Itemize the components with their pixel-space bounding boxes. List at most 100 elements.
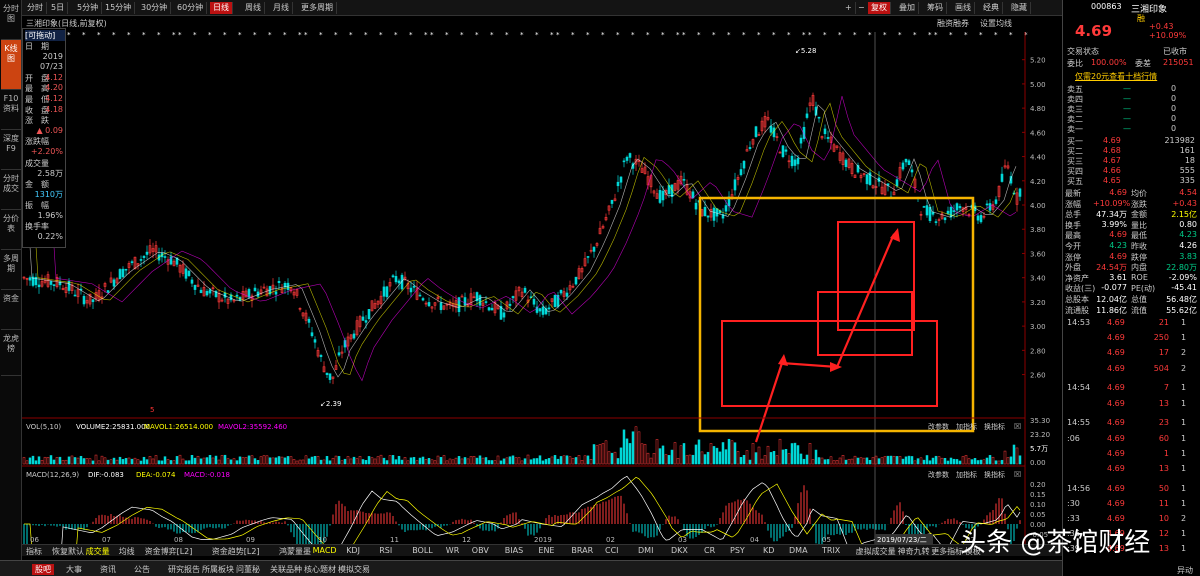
event-marker: * [127, 31, 131, 39]
nav-tab-6[interactable]: 问董秘 [236, 564, 260, 575]
indicator-tab-10[interactable]: BOLL [412, 546, 433, 555]
indicator-tab-4[interactable]: 资金博弈[L2] [145, 546, 193, 557]
chart-canvas[interactable]: 三湘印象(日线,前复权) 融资融券 设置均线* * * * * * * * * * * * * * * * * * * *… [22, 16, 1062, 576]
tool-4-button[interactable]: 筹码 [924, 2, 947, 14]
indicator-tab-7[interactable]: MACD [313, 546, 337, 555]
info-box[interactable]: [可拖动] 日 期 2019 07/23 开 盘 4.12 最 高 4.20 最 低 4.12 收 … [22, 28, 66, 248]
left-tab-5[interactable]: 分价表 [1, 210, 21, 250]
stat-value: 2.15亿 [1171, 210, 1197, 220]
vol-bar [322, 459, 326, 465]
candle-body [367, 309, 371, 320]
indicator-tab-6[interactable]: 鸿蒙量墨 [279, 546, 311, 557]
indicator-tab-3[interactable]: 均线 [119, 546, 135, 557]
tick-volume: 13 [1158, 463, 1169, 473]
indicator-tab-24[interactable]: 虚拟成交量 [856, 546, 896, 557]
tick-count: 2 [1181, 363, 1187, 373]
period-8-button[interactable]: 月线 [270, 2, 293, 14]
indicator-tab-25[interactable]: 神奇九转 [898, 546, 930, 557]
indicator-tab-15[interactable]: BRAR [571, 546, 593, 555]
kline-chart[interactable]: 三湘印象(日线,前复权) 融资融券 设置均线 * * * * * * * * * * * * * * * * * * * *… [22, 16, 1062, 576]
left-tab-4[interactable]: 分时成交 [1, 170, 21, 210]
left-tab-1[interactable]: K线图 [1, 40, 21, 90]
indicator-tab-17[interactable]: DMI [638, 546, 653, 555]
left-tab-3[interactable]: 深度F9 [1, 130, 21, 170]
vol-bar [841, 455, 845, 465]
tool-2-button[interactable]: 复权 [868, 2, 891, 14]
indicator-tab-8[interactable]: KDJ [346, 546, 360, 555]
price-tick: 4.40 [1030, 154, 1046, 162]
vol-bar [541, 460, 545, 465]
period-3-button[interactable]: 15分钟 [102, 2, 136, 14]
stat-label: 总手 [1065, 210, 1081, 220]
period-6-button[interactable]: 日线 [210, 2, 233, 14]
vol-bar [418, 457, 422, 465]
tool-5-button[interactable]: 画线 [952, 2, 975, 14]
nav-tab-5[interactable]: 所属板块 [202, 564, 234, 575]
indicator-tab-19[interactable]: CR [704, 546, 715, 555]
indicator-tab-16[interactable]: CCI [605, 546, 619, 555]
tool-1-button[interactable]: − [855, 2, 869, 14]
tool-7-button[interactable]: 隐藏 [1008, 2, 1031, 14]
candle-body [532, 298, 536, 305]
vol-bar [679, 445, 683, 465]
indicator-tab-14[interactable]: ENE [538, 546, 554, 555]
candle-body [553, 295, 557, 308]
vol-bar [334, 455, 338, 465]
indicator-tab-13[interactable]: BIAS [505, 546, 523, 555]
info-box-title[interactable]: [可拖动] [25, 30, 65, 41]
indicator-tab-20[interactable]: PSY [730, 546, 745, 555]
nav-tab-7[interactable]: 关联品种 [270, 564, 302, 575]
nav-tab-8[interactable]: 核心题材 [304, 564, 336, 575]
bid-volume: 555 [1179, 166, 1195, 175]
period-5-button[interactable]: 60分钟 [174, 2, 208, 14]
left-tab-8[interactable]: 龙虎榜 [1, 330, 21, 376]
period-2-button[interactable]: 5分钟 [74, 2, 103, 14]
left-tab-6[interactable]: 多周期 [1, 250, 21, 290]
vol-bar [517, 457, 521, 465]
candle-body [742, 160, 746, 169]
indicator-tab-12[interactable]: OBV [472, 546, 489, 555]
indicator-tab-2[interactable]: 成交量 [86, 546, 110, 557]
indicator-tab-9[interactable]: RSI [379, 546, 392, 555]
indicator-tab-26[interactable]: 更多指标 [931, 546, 963, 557]
nav-tab-3[interactable]: 公告 [134, 564, 150, 575]
vol-bar [289, 456, 293, 465]
vol-bar [118, 456, 122, 465]
indicator-tab-22[interactable]: DMA [789, 546, 808, 555]
price-tick: 5.00 [1030, 81, 1046, 89]
nav-tab-0[interactable]: 股吧 [32, 564, 54, 575]
period-0-button[interactable]: 分时 [24, 2, 47, 14]
tool-0-button[interactable]: + [842, 2, 856, 14]
vol-bar [817, 457, 821, 465]
indicator-tab-23[interactable]: TRIX [822, 546, 840, 555]
vol-bar [514, 457, 518, 465]
period-1-button[interactable]: 5日 [48, 2, 69, 14]
vol-bar [121, 459, 125, 465]
nav-tab-4[interactable]: 研究报告 [168, 564, 200, 575]
left-tab-7[interactable]: 资金 [1, 290, 21, 330]
indicator-tab-0[interactable]: 指标 [26, 546, 42, 557]
macd-tick: 0.10 [1030, 501, 1046, 509]
indicator-tab-1[interactable]: 恢复默认 [52, 546, 84, 557]
nav-tab-2[interactable]: 资讯 [100, 564, 116, 575]
indicator-tab-21[interactable]: KD [763, 546, 774, 555]
candle-body [391, 275, 395, 278]
nav-tab-9[interactable]: 模拟交易 [338, 564, 370, 575]
dif-line [23, 475, 1021, 570]
nav-tab-1[interactable]: 大事 [66, 564, 82, 575]
left-tab-2[interactable]: F10资料 [1, 90, 21, 130]
tool-6-button[interactable]: 经典 [980, 2, 1003, 14]
period-7-button[interactable]: 周线 [242, 2, 265, 14]
period-9-button[interactable]: 更多周期 [298, 2, 337, 14]
left-tab-0[interactable]: 分时图 [1, 0, 21, 40]
vol-label: VOL(5,10) [26, 423, 61, 431]
indicator-tab-18[interactable]: DKX [671, 546, 688, 555]
period-4-button[interactable]: 30分钟 [138, 2, 172, 14]
vol-bar [862, 457, 866, 465]
vol-bar [952, 458, 956, 465]
tool-3-button[interactable]: 叠加 [896, 2, 919, 14]
indicator-tab-11[interactable]: WR [446, 546, 459, 555]
time-tick: 05 [822, 536, 831, 544]
indicator-tab-5[interactable]: 资金趋势[L2] [212, 546, 260, 557]
vol-bar [742, 454, 746, 465]
